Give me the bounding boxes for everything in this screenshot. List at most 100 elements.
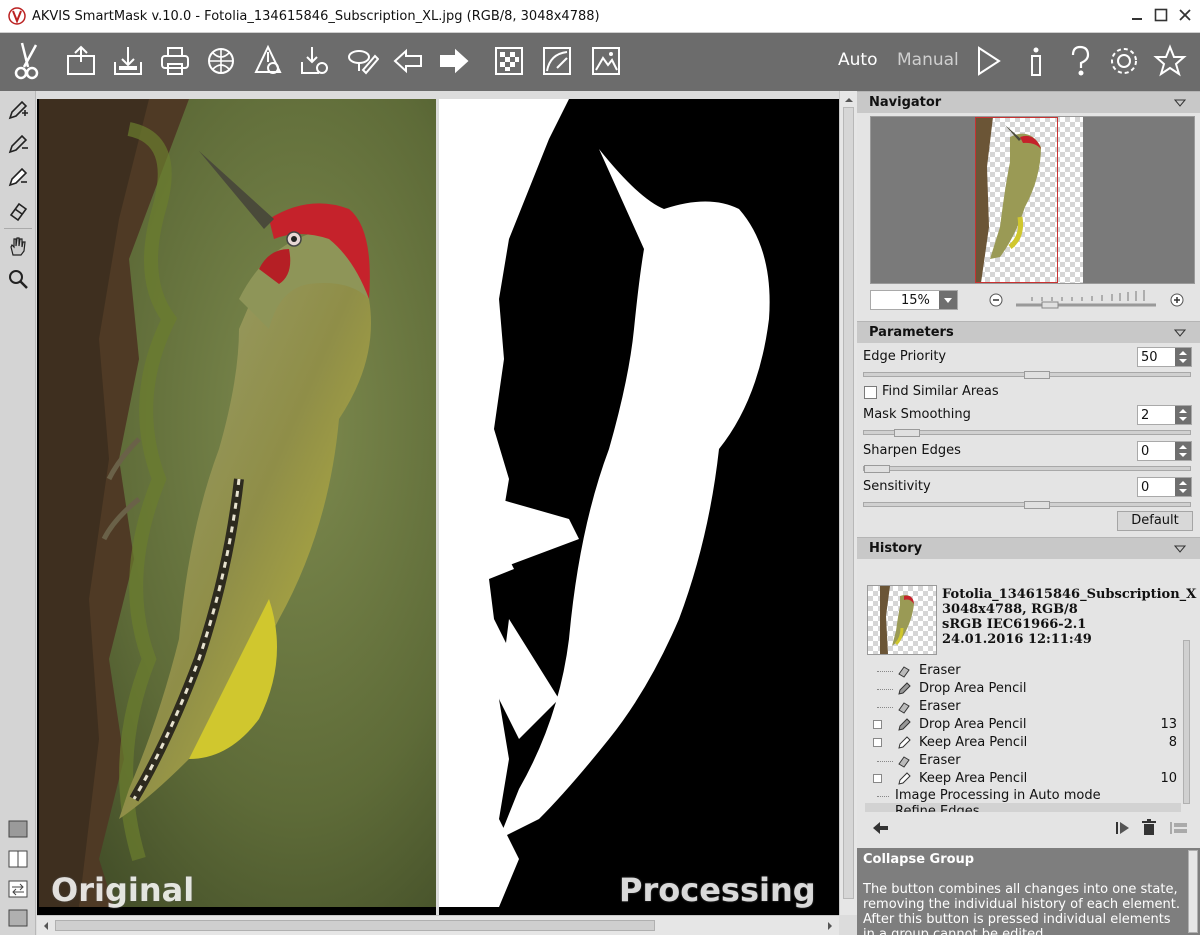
zoom-slider[interactable] xyxy=(1012,289,1160,311)
zoom-in-icon[interactable] xyxy=(1169,292,1185,308)
history-file-info: Fotolia_134615846_Subscription_XL 3048x4… xyxy=(942,587,1197,647)
edge-priority-spinner[interactable] xyxy=(1175,348,1191,366)
clear-history-icon[interactable] xyxy=(1169,820,1189,836)
curve-button[interactable] xyxy=(537,41,577,81)
close-button[interactable] xyxy=(1176,6,1194,24)
preferences-button[interactable] xyxy=(1150,41,1190,81)
navigator-title: Navigator xyxy=(869,95,942,110)
history-group-item[interactable]: Keep Area Pencil 10 xyxy=(865,770,1181,788)
vertical-scroll-thumb[interactable] xyxy=(843,107,854,899)
help-panel: Collapse Group The button combines all c… xyxy=(857,848,1200,935)
result-view-icon xyxy=(8,909,28,927)
sharpen-edges-slider[interactable] xyxy=(863,465,1191,473)
sharpen-edges-input[interactable]: 0 xyxy=(1137,441,1192,461)
sharpen-edges-spinner[interactable] xyxy=(1175,442,1191,460)
history-scroll-thumb[interactable] xyxy=(1183,640,1190,804)
app-logo-icon xyxy=(8,7,26,25)
zoom-tool[interactable] xyxy=(4,265,32,293)
settings-button[interactable] xyxy=(1104,41,1144,81)
minimize-button[interactable] xyxy=(1128,6,1146,24)
background-pencil-tool[interactable] xyxy=(4,163,32,191)
drop-area-pencil-tool[interactable] xyxy=(4,130,32,158)
zoom-out-icon[interactable] xyxy=(988,292,1004,308)
history-item[interactable]: Eraser xyxy=(865,752,1181,770)
swap-view-button[interactable] xyxy=(5,877,31,901)
edge-priority-slider[interactable] xyxy=(863,371,1191,379)
mask-smoothing-input[interactable]: 2 xyxy=(1137,405,1192,425)
auto-mode-tab[interactable]: Auto xyxy=(838,50,877,70)
keep-area-pencil-tool[interactable] xyxy=(4,96,32,124)
zoom-dropdown-button[interactable] xyxy=(939,291,957,309)
split-view-button[interactable] xyxy=(5,847,31,871)
cut-paste-button[interactable] xyxy=(342,41,382,81)
single-view-icon xyxy=(8,820,28,838)
sensitivity-spinner[interactable] xyxy=(1175,478,1191,496)
landscape-button[interactable] xyxy=(586,41,626,81)
info-icon xyxy=(1031,47,1041,76)
zoom-select[interactable]: 15% xyxy=(870,290,958,310)
collapse-group-icon[interactable] xyxy=(1115,820,1131,836)
history-item[interactable]: Eraser xyxy=(865,662,1181,680)
parameters-header[interactable]: Parameters xyxy=(857,321,1200,343)
print-button[interactable] xyxy=(155,41,195,81)
delete-icon[interactable] xyxy=(1141,819,1157,837)
find-similar-areas-checkbox[interactable] xyxy=(864,386,877,399)
navigator-preview[interactable] xyxy=(870,116,1195,284)
save-settings-button[interactable] xyxy=(294,41,334,81)
export-settings-button[interactable] xyxy=(248,41,288,81)
mask-smoothing-slider[interactable] xyxy=(863,429,1191,437)
sensitivity-knob[interactable] xyxy=(1024,501,1050,509)
undo-arrow-icon[interactable] xyxy=(871,820,889,836)
hand-tool[interactable] xyxy=(4,232,32,260)
run-button[interactable] xyxy=(968,41,1008,81)
manual-mode-tab[interactable]: Manual xyxy=(897,50,959,70)
maximize-button[interactable] xyxy=(1152,6,1170,24)
transparency-grid-button[interactable] xyxy=(489,41,529,81)
default-button[interactable]: Default xyxy=(1117,511,1193,531)
scroll-left-icon xyxy=(44,922,48,930)
history-item[interactable]: Eraser xyxy=(865,698,1181,716)
sensitivity-slider[interactable] xyxy=(863,501,1191,509)
mask-smoothing-spinner[interactable] xyxy=(1175,406,1191,424)
history-original-thumbnail[interactable] xyxy=(867,585,937,655)
single-view-button[interactable] xyxy=(5,817,31,841)
history-item[interactable]: Drop Area Pencil xyxy=(865,680,1181,698)
help-button[interactable] xyxy=(1060,41,1100,81)
back-arrow-icon xyxy=(393,48,422,74)
expand-group-icon[interactable] xyxy=(873,774,882,783)
tool-divider xyxy=(4,228,32,229)
edge-priority-input[interactable]: 50 xyxy=(1137,347,1192,367)
image-canvas[interactable]: Original Processing xyxy=(37,91,839,915)
eraser-tool[interactable] xyxy=(4,197,32,225)
expand-group-icon[interactable] xyxy=(873,720,882,729)
pencil-icon xyxy=(898,718,911,731)
history-group-item[interactable]: Keep Area Pencil 8 xyxy=(865,734,1181,752)
mask-smoothing-knob[interactable] xyxy=(893,429,920,437)
history-scrollbar[interactable] xyxy=(1183,640,1192,804)
edge-priority-knob[interactable] xyxy=(1024,371,1050,379)
navigator-header[interactable]: Navigator xyxy=(857,91,1200,113)
collapse-triangle-icon xyxy=(1174,329,1186,337)
processing-mask[interactable] xyxy=(439,99,837,907)
history-header[interactable]: History xyxy=(857,537,1200,559)
history-group-item[interactable]: Drop Area Pencil 13 xyxy=(865,716,1181,734)
canvas-horizontal-scrollbar[interactable] xyxy=(37,915,839,935)
help-title: Collapse Group xyxy=(863,852,975,867)
save-button[interactable] xyxy=(108,41,148,81)
history-item-label: Image Processing in Auto mode xyxy=(895,788,1101,803)
info-button[interactable] xyxy=(1016,41,1056,81)
canvas-vertical-scrollbar[interactable] xyxy=(839,91,857,915)
settings-icon xyxy=(1111,48,1137,74)
help-scrollbar[interactable] xyxy=(1188,850,1198,933)
sensitivity-input[interactable]: 0 xyxy=(1137,477,1192,497)
horizontal-scroll-thumb[interactable] xyxy=(55,920,655,931)
forward-button[interactable] xyxy=(434,41,474,81)
share-button[interactable] xyxy=(201,41,241,81)
back-button[interactable] xyxy=(388,41,428,81)
expand-group-icon[interactable] xyxy=(873,738,882,747)
split-divider[interactable] xyxy=(436,91,439,915)
result-view-button[interactable] xyxy=(5,906,31,930)
original-image[interactable] xyxy=(39,99,436,907)
open-button[interactable] xyxy=(61,41,101,81)
sharpen-edges-knob[interactable] xyxy=(864,465,890,473)
